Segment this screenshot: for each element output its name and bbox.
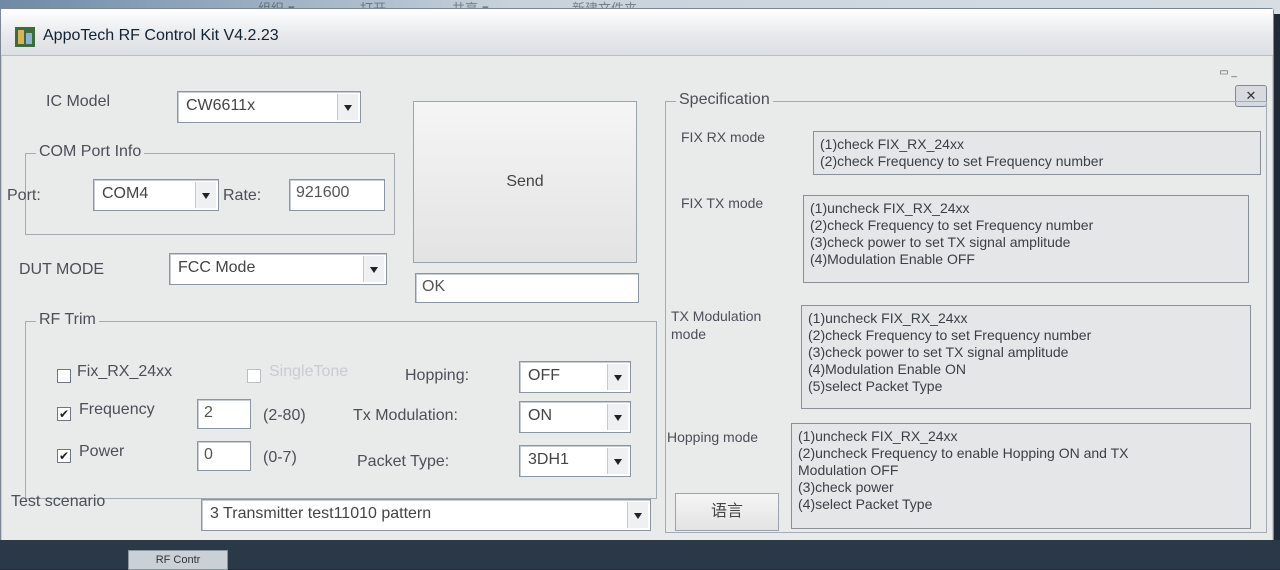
- frequency-range: (2-80): [263, 407, 306, 424]
- hopping-select[interactable]: OFF: [519, 361, 631, 393]
- power-checkbox[interactable]: ✔: [57, 449, 71, 463]
- spec-mode-name: FIX RX mode: [681, 129, 766, 145]
- window-title: AppoTech RF Control Kit V4.2.23: [43, 27, 279, 44]
- chevron-down-icon: [607, 448, 628, 474]
- fix-rx-checkbox[interactable]: [57, 369, 71, 383]
- chevron-down-icon: [195, 182, 216, 208]
- spec-line: (4)select Packet Type: [798, 496, 933, 512]
- spec-line: (1)check FIX_RX_24xx: [820, 136, 964, 152]
- frequency-checkbox[interactable]: ✔: [57, 407, 71, 421]
- spec-box-fix-rx: (1)check FIX_RX_24xx (2)check Frequency …: [813, 131, 1261, 175]
- spec-line: (4)Modulation Enable OFF: [810, 251, 975, 267]
- ic-model-value: CW6611x: [186, 97, 256, 114]
- chevron-down-icon: [607, 364, 628, 390]
- frequency-label: Frequency: [79, 401, 155, 418]
- power-range: (0-7): [263, 449, 297, 466]
- port-select[interactable]: COM4: [93, 179, 219, 211]
- single-tone-checkbox: [247, 369, 261, 383]
- spec-line: (4)Modulation Enable ON: [808, 361, 966, 377]
- chevron-down-icon: [627, 502, 648, 528]
- dut-mode-label: DUT MODE: [19, 261, 105, 278]
- spec-line: (1)uncheck FIX_RX_24xx: [810, 200, 970, 216]
- spec-line: (2)check Frequency to set Frequency numb…: [808, 327, 1092, 343]
- port-value: COM4: [102, 185, 149, 202]
- chevron-down-icon: [607, 404, 628, 430]
- packet-type-select[interactable]: 3DH1: [519, 445, 631, 477]
- test-scenario-select[interactable]: 3 Transmitter test11010 pattern: [201, 499, 651, 531]
- fix-rx-label: Fix_RX_24xx: [77, 363, 173, 380]
- dut-mode-value: FCC Mode: [178, 259, 256, 276]
- rf-trim-group-title: RF Trim: [36, 311, 99, 329]
- status-output: OK: [415, 273, 639, 303]
- packet-type-value: 3DH1: [528, 451, 569, 468]
- spec-line: (2)check Frequency to set Frequency numb…: [820, 153, 1104, 169]
- spec-line: (2)uncheck Frequency to enable Hopping O…: [798, 445, 1129, 461]
- spec-line: (1)uncheck FIX_RX_24xx: [808, 310, 968, 326]
- power-input[interactable]: 0: [197, 441, 251, 471]
- spec-line: (3)check power to set TX signal amplitud…: [808, 344, 1069, 360]
- com-port-group-title: COM Port Info: [36, 143, 145, 161]
- frequency-input[interactable]: 2: [197, 399, 251, 429]
- spec-box-fix-tx: (1)uncheck FIX_RX_24xx (2)check Frequenc…: [803, 195, 1249, 283]
- power-label: Power: [79, 443, 125, 460]
- spec-line: (2)check Frequency to set Frequency numb…: [810, 217, 1094, 233]
- test-scenario-value: 3 Transmitter test11010 pattern: [210, 505, 432, 522]
- spec-line: (5)select Packet Type: [808, 378, 943, 394]
- spec-line: Modulation OFF: [798, 462, 899, 478]
- spec-box-hopping: (1)uncheck FIX_RX_24xx (2)uncheck Freque…: [791, 423, 1251, 529]
- spec-box-tx-modulation: (1)uncheck FIX_RX_24xx (2)check Frequenc…: [801, 305, 1251, 409]
- ic-model-label: IC Model: [46, 93, 111, 110]
- spec-mode-name: Hopping mode: [667, 429, 759, 445]
- port-label: Port:: [7, 187, 41, 204]
- spec-line: (1)uncheck FIX_RX_24xx: [798, 428, 958, 444]
- specification-title: Specification: [676, 91, 773, 109]
- rf-control-window: AppoTech RF Control Kit V4.2.23 ▭ _ ✕ IC…: [0, 8, 1274, 558]
- minimize-icon[interactable]: ▭ _: [1219, 67, 1237, 78]
- hopping-value: OFF: [528, 367, 560, 384]
- tx-modulation-label: Tx Modulation:: [353, 407, 458, 424]
- test-scenario-label: Test scenario: [11, 493, 106, 510]
- ic-model-select[interactable]: CW6611x: [177, 91, 361, 123]
- taskbar: RF Contr: [0, 540, 1280, 570]
- title-bar[interactable]: AppoTech RF Control Kit V4.2.23: [1, 9, 1273, 56]
- packet-type-label: Packet Type:: [357, 453, 450, 470]
- tx-modulation-value: ON: [528, 407, 552, 424]
- send-button[interactable]: Send: [413, 101, 637, 263]
- single-tone-label: SingleTone: [269, 363, 349, 380]
- spec-mode-name: TX Modulation mode: [671, 308, 762, 342]
- taskbar-item-rf-control[interactable]: RF Contr: [128, 550, 228, 570]
- frequency-value: 2: [204, 404, 213, 421]
- rate-label: Rate:: [223, 187, 262, 204]
- chevron-down-icon: [363, 256, 384, 282]
- rate-value: 921600: [296, 184, 350, 201]
- spec-mode-name: FIX TX mode: [681, 195, 764, 211]
- power-value: 0: [204, 446, 213, 463]
- chevron-down-icon: [337, 94, 358, 120]
- rate-input[interactable]: 921600: [289, 179, 385, 211]
- hopping-label: Hopping:: [405, 367, 470, 384]
- spec-line: (3)check power to set TX signal amplitud…: [810, 234, 1071, 250]
- tx-modulation-select[interactable]: ON: [519, 401, 631, 433]
- app-icon: [15, 27, 35, 47]
- status-value: OK: [422, 278, 446, 295]
- spec-line: (3)check power: [798, 479, 894, 495]
- dut-mode-select[interactable]: FCC Mode: [169, 253, 387, 285]
